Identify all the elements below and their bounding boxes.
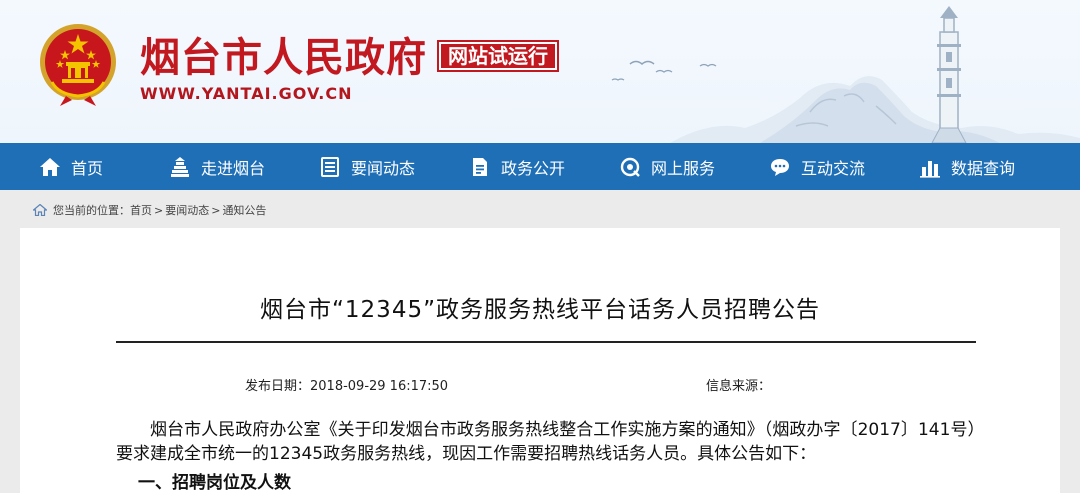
article-paragraph: 烟台市人民政府办公室《关于印发烟台市政务服务热线整合工作实施方案的通知》（烟政办… xyxy=(116,420,976,464)
nav-label: 数据查询 xyxy=(950,158,1015,178)
nav-label: 互动交流 xyxy=(800,158,865,178)
publish-date: 发布日期：2018-09-29 16:17:50 xyxy=(245,379,449,394)
breadcrumb-prefix: 您当前的位置： xyxy=(53,204,130,217)
nav-label: 网上服务 xyxy=(650,158,715,178)
nav-item-news[interactable]: 要闻动态 xyxy=(292,143,442,190)
lighthouse-scenery-illustration xyxy=(611,6,1080,143)
nav-label: 走进烟台 xyxy=(200,158,265,178)
nav-label: 政务公开 xyxy=(500,158,565,178)
section-heading: 一、招聘岗位及人数 xyxy=(138,473,291,493)
document-icon xyxy=(469,156,491,178)
breadcrumb-link-notices[interactable]: 通知公告 xyxy=(222,202,266,218)
nav-label: 要闻动态 xyxy=(350,158,415,178)
site-url: WWW.YANTAI.GOV.CN xyxy=(140,84,353,103)
nav-item-government-affairs[interactable]: 政务公开 xyxy=(442,143,592,190)
bar-chart-icon xyxy=(919,156,941,178)
breadcrumb-link-home[interactable]: 首页 xyxy=(130,202,152,218)
chat-icon xyxy=(769,156,791,178)
breadcrumb-separator: > xyxy=(154,203,164,217)
breadcrumb-separator: > xyxy=(211,203,221,217)
building-icon xyxy=(169,156,191,178)
nav-item-data-query[interactable]: 数据查询 xyxy=(892,143,1042,190)
breadcrumb-link-news[interactable]: 要闻动态 xyxy=(165,202,209,218)
site-header: 烟台市人民政府 网站试运行 WWW.YANTAI.GOV.CN xyxy=(0,0,1080,143)
title-divider xyxy=(116,341,976,343)
info-source: 信息来源： xyxy=(706,379,772,394)
nav-item-online-services[interactable]: 网上服务 xyxy=(592,143,742,190)
breadcrumb: 您当前的位置： 首页 > 要闻动态 > 通知公告 xyxy=(33,201,266,219)
service-icon xyxy=(619,156,641,178)
main-navigation: 首页 走进烟台 要闻动态 政务公开 网上服务 互动交流 数据查询 xyxy=(0,143,1080,190)
home-icon xyxy=(33,204,47,216)
article-container: 烟台市“12345”政务服务热线平台话务人员招聘公告 发布日期：2018-09-… xyxy=(20,228,1060,493)
news-icon xyxy=(319,156,341,178)
nav-item-home[interactable]: 首页 xyxy=(0,143,142,190)
nav-label: 首页 xyxy=(70,158,103,178)
nav-item-interaction[interactable]: 互动交流 xyxy=(742,143,892,190)
site-title: 烟台市人民政府 xyxy=(140,35,427,81)
article-title: 烟台市“12345”政务服务热线平台话务人员招聘公告 xyxy=(260,297,820,323)
national-emblem-logo xyxy=(40,24,116,106)
trial-run-badge: 网站试运行 xyxy=(437,40,559,72)
nav-item-about-yantai[interactable]: 走进烟台 xyxy=(142,143,292,190)
home-icon xyxy=(39,156,61,178)
